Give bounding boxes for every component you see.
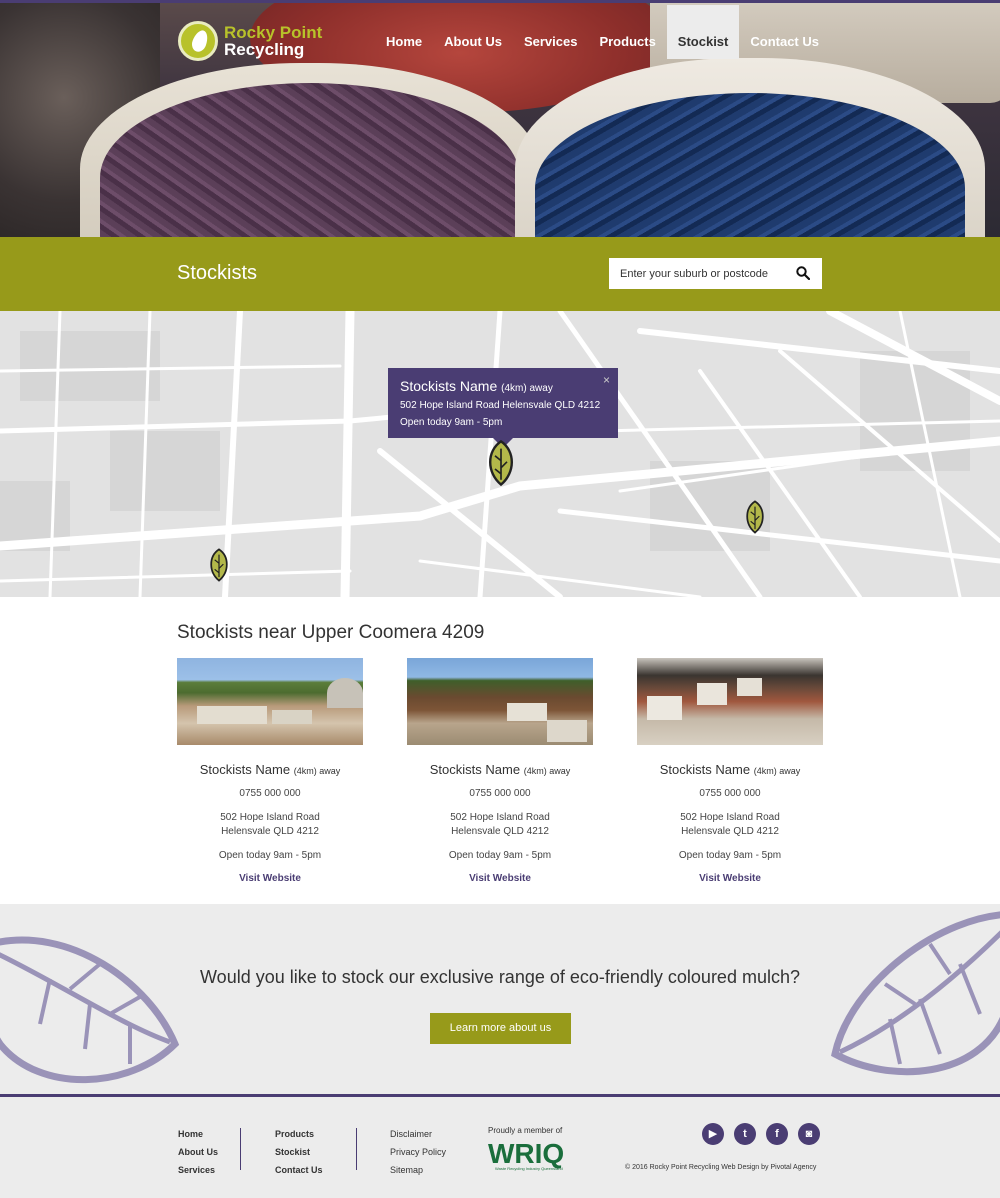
copyright: © 2016 Rocky Point Recycling Web Design …	[625, 1164, 817, 1171]
logo-line2: Recycling	[224, 40, 305, 59]
page-title: Stockists	[177, 262, 258, 284]
footer-link-sitemap[interactable]: Sitemap	[390, 1161, 446, 1179]
nav-stockist[interactable]: Stockist	[666, 5, 740, 59]
nav-home[interactable]: Home	[375, 5, 433, 59]
stockist-hours: Open today 9am - 5pm	[448, 850, 552, 861]
map-pin-leaf-icon[interactable]	[742, 499, 768, 535]
stockist-name: Stockists Name	[659, 762, 751, 777]
stockist-address-line1: 502 Hope Island Road	[450, 812, 550, 823]
stockist-address-line2: Helensvale QLD 4212	[221, 826, 319, 837]
leaf-decoration-icon	[0, 936, 180, 1084]
visit-website-link[interactable]: Visit Website	[469, 873, 531, 884]
nav-services[interactable]: Services	[513, 5, 589, 59]
popup-name: Stockists Name	[400, 378, 498, 394]
stockist-name: Stockists Name	[199, 762, 291, 777]
stockists-list-title: Stockists near Upper Coomera 4209	[177, 622, 485, 643]
stockist-card: Stockists Name (4km) away 0755 000 000 5…	[407, 658, 593, 886]
stockist-card: Stockists Name (4km) away 0755 000 000 5…	[177, 658, 363, 886]
main-nav: Home About Us Services Products Stockist…	[375, 5, 830, 59]
footer-links-col2: Products Stockist Contact Us	[275, 1125, 323, 1179]
stockist-address-line2: Helensvale QLD 4212	[681, 826, 779, 837]
nav-about-us[interactable]: About Us	[433, 5, 513, 59]
wriq-logo-text: WRIQ	[488, 1138, 564, 1169]
nav-contact-us[interactable]: Contact Us	[739, 5, 830, 59]
visit-website-link[interactable]: Visit Website	[699, 873, 761, 884]
footer-link-contact-us[interactable]: Contact Us	[275, 1161, 323, 1179]
instagram-icon[interactable]: ◙	[798, 1123, 820, 1145]
logo-line1: Rocky Point	[224, 23, 323, 42]
learn-more-button[interactable]: Learn more about us	[430, 1013, 571, 1044]
footer-link-stockist[interactable]: Stockist	[275, 1143, 323, 1161]
close-icon[interactable]: ×	[603, 373, 610, 387]
popup-hours: Open today 9am - 5pm	[400, 417, 503, 428]
wriq-logo-subtitle: Waste Recycling Industry Queensland	[495, 1166, 563, 1171]
cta-section: Would you like to stock our exclusive ra…	[0, 904, 1000, 1094]
footer-link-disclaimer[interactable]: Disclaimer	[390, 1125, 446, 1143]
leaf-decoration-icon	[831, 911, 1000, 1076]
stockist-address-line2: Helensvale QLD 4212	[451, 826, 549, 837]
footer-links-col1: Home About Us Services	[178, 1125, 218, 1179]
stockist-distance: (4km) away	[523, 766, 571, 776]
map-info-popup: Stockists Name (4km) away 502 Hope Islan…	[388, 368, 618, 448]
stockist-phone: 0755 000 000	[469, 788, 531, 799]
stockist-photo	[407, 658, 593, 745]
stockist-photo	[637, 658, 823, 745]
footer-links-col3: Disclaimer Privacy Policy Sitemap	[390, 1125, 446, 1179]
stockist-address-line1: 502 Hope Island Road	[220, 812, 320, 823]
map-pin-leaf-icon[interactable]	[206, 547, 232, 583]
search-box	[609, 258, 822, 289]
popup-distance: (4km) away	[501, 383, 553, 394]
stockist-hours: Open today 9am - 5pm	[678, 850, 782, 861]
stockist-phone: 0755 000 000	[699, 788, 761, 799]
nav-products[interactable]: Products	[588, 5, 666, 59]
search-input[interactable]	[609, 267, 784, 280]
footer: Home About Us Services Products Stockist…	[0, 1094, 1000, 1198]
visit-website-link[interactable]: Visit Website	[239, 873, 301, 884]
hero-banner: Rocky Point Recycling Home About Us Serv…	[0, 0, 1000, 237]
footer-link-about-us[interactable]: About Us	[178, 1143, 218, 1161]
footer-link-services[interactable]: Services	[178, 1161, 218, 1179]
search-icon[interactable]	[796, 266, 810, 280]
facebook-icon[interactable]: f	[766, 1123, 788, 1145]
popup-address: 502 Hope Island Road Helensvale QLD 4212	[400, 400, 601, 411]
stockists-map[interactable]: Stockists Name (4km) away 502 Hope Islan…	[0, 311, 1000, 597]
stockist-name: Stockists Name	[429, 762, 521, 777]
member-label: Proudly a member of	[488, 1126, 563, 1135]
footer-divider	[356, 1128, 357, 1170]
stockist-distance: (4km) away	[293, 766, 341, 776]
stockists-bar: Stockists	[0, 237, 1000, 311]
cta-question: Would you like to stock our exclusive ra…	[200, 967, 800, 987]
footer-link-privacy-policy[interactable]: Privacy Policy	[390, 1143, 446, 1161]
footer-link-home[interactable]: Home	[178, 1125, 218, 1143]
stockist-photo	[177, 658, 363, 745]
twitter-icon[interactable]: t	[734, 1123, 756, 1145]
stockist-phone: 0755 000 000	[239, 788, 301, 799]
stockists-list: Stockists Name (4km) away 0755 000 000 5…	[177, 658, 823, 886]
wriq-logo[interactable]: WRIQ Waste Recycling Industry Queensland	[488, 1137, 574, 1171]
leaf-logo-icon	[178, 21, 218, 61]
footer-link-products[interactable]: Products	[275, 1125, 323, 1143]
stockist-distance: (4km) away	[753, 766, 801, 776]
stockist-address-line1: 502 Hope Island Road	[680, 812, 780, 823]
youtube-icon[interactable]: ▶	[702, 1123, 724, 1145]
map-pin-leaf-icon[interactable]	[483, 439, 519, 487]
footer-divider	[240, 1128, 241, 1170]
site-logo[interactable]: Rocky Point Recycling	[178, 21, 322, 61]
social-links: ▶ t f ◙	[702, 1123, 820, 1145]
stockist-hours: Open today 9am - 5pm	[218, 850, 322, 861]
stockist-card: Stockists Name (4km) away 0755 000 000 5…	[637, 658, 823, 886]
